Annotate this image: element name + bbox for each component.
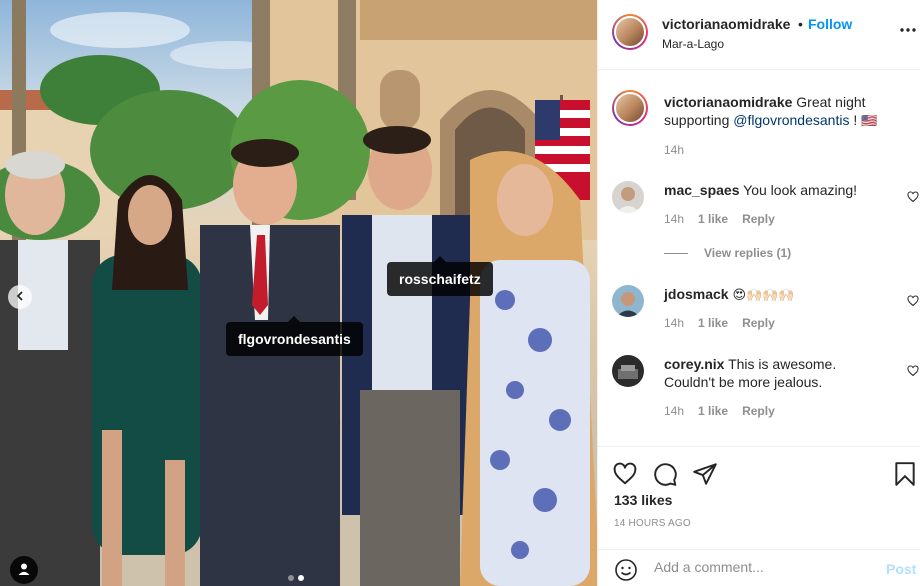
comment-username[interactable]: jdosmack (664, 286, 729, 302)
caption-suffix: ! (853, 112, 858, 128)
comment-meta: 14h 1 like Reply (664, 316, 775, 330)
commenter-avatar[interactable] (612, 355, 644, 387)
reply-button[interactable]: Reply (742, 404, 775, 418)
emoji-icon[interactable] (614, 558, 638, 582)
author-username[interactable]: victorianaomidrake (662, 16, 790, 32)
comment-username[interactable]: mac_spaes (664, 182, 740, 198)
header-separator: • (798, 16, 803, 32)
comment-input[interactable] (654, 559, 874, 575)
heart-icon[interactable] (907, 190, 919, 203)
post-header: victorianaomidrake • Follow Mar-a-Lago (598, 0, 920, 70)
carousel-dot (288, 575, 294, 581)
add-comment-bar: Post (598, 549, 920, 586)
comment-text: You look amazing! (743, 182, 858, 198)
comment-likes[interactable]: 1 like (698, 316, 728, 330)
replies-divider (664, 252, 688, 254)
comment-likes[interactable]: 1 like (698, 404, 728, 418)
group-photo-illustration (0, 0, 597, 586)
bookmark-icon[interactable] (892, 461, 918, 487)
commenter-avatar[interactable] (612, 285, 644, 317)
post-sidebar: victorianaomidrake • Follow Mar-a-Lago v… (597, 0, 920, 586)
caption-time[interactable]: 14h (664, 143, 684, 157)
heart-icon[interactable] (907, 294, 919, 307)
chevron-left-icon (14, 289, 26, 305)
caption-username[interactable]: victorianaomidrake (664, 94, 792, 110)
caption-mention[interactable]: @flgovrondesantis (733, 112, 849, 128)
comment-time[interactable]: 14h (664, 316, 684, 330)
user-tags-button[interactable] (10, 556, 38, 584)
user-tag-flgovrondesantis[interactable]: flgovrondesantis (226, 316, 363, 356)
post-comment-button[interactable]: Post (886, 561, 916, 577)
heart-icon[interactable] (612, 461, 638, 487)
comment-meta: 14h 1 like Reply (664, 404, 775, 418)
author-avatar[interactable] (612, 14, 648, 50)
comment-text: 😍🙌🏻🙌🏻🙌🏻 (732, 288, 795, 303)
commenter-avatar[interactable] (612, 181, 644, 213)
post-timestamp[interactable]: 14 HOURS AGO (614, 518, 691, 529)
more-icon[interactable] (898, 20, 918, 40)
reply-button[interactable]: Reply (742, 316, 775, 330)
comment-time[interactable]: 14h (664, 404, 684, 418)
caption-avatar[interactable] (612, 90, 648, 126)
likes-count[interactable]: 133 likes (614, 492, 672, 508)
share-icon[interactable] (692, 461, 718, 487)
carousel-dot-active (298, 575, 304, 581)
location-link[interactable]: Mar-a-Lago (662, 37, 724, 51)
heart-icon[interactable] (907, 364, 919, 377)
post-caption: victorianaomidrake Great night supportin… (664, 93, 904, 131)
comment-likes[interactable]: 1 like (698, 212, 728, 226)
comment-username[interactable]: corey.nix (664, 356, 724, 372)
carousel-indicator (288, 575, 304, 581)
follow-button[interactable]: Follow (808, 16, 852, 32)
user-tag-icon (17, 562, 31, 579)
comment: jdosmack 😍🙌🏻🙌🏻🙌🏻 (664, 285, 884, 305)
comment: corey.nix This is awesome. Couldn't be m… (664, 355, 884, 391)
carousel-prev-button[interactable] (8, 285, 32, 309)
reply-button[interactable]: Reply (742, 212, 775, 226)
comment: mac_spaes You look amazing! (664, 181, 884, 199)
user-tag-rosschaifetz[interactable]: rosschaifetz (387, 256, 493, 296)
view-replies-label: View replies (1) (704, 246, 792, 260)
view-replies-button[interactable]: View replies (1) (664, 246, 791, 260)
comment-time[interactable]: 14h (664, 212, 684, 226)
caption-flag: 🇺🇸 (861, 114, 878, 129)
comment-meta: 14h 1 like Reply (664, 212, 775, 226)
post-actions: 133 likes 14 HOURS AGO Post (598, 446, 920, 586)
post-photo[interactable]: rosschaifetz flgovrondesantis (0, 0, 597, 586)
comment-icon[interactable] (652, 461, 678, 487)
